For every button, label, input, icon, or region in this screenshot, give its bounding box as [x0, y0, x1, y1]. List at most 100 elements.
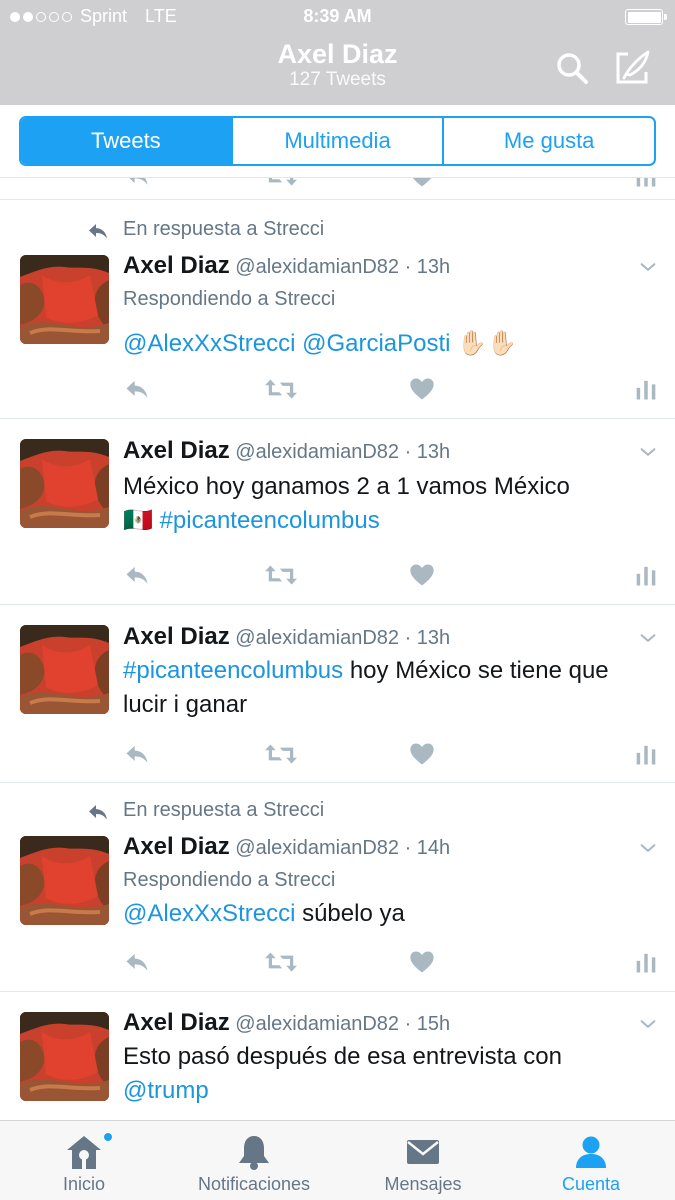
- author-name[interactable]: Axel Diaz: [123, 252, 230, 279]
- tab-inicio[interactable]: Inicio: [0, 1121, 168, 1200]
- tab-notificaciones[interactable]: Notificaciones: [170, 1121, 338, 1200]
- reply-context[interactable]: En respuesta a Strecci: [123, 798, 324, 822]
- tweet-line: México hoy ganamos 2 a 1 vamos México: [123, 473, 570, 500]
- author-name[interactable]: Axel Diaz: [123, 1009, 230, 1036]
- tweet-text: @AlexXxStrecci @GarciaPosti ✋🏻✋🏻: [123, 327, 653, 361]
- search-icon[interactable]: [552, 48, 592, 88]
- tweet-text: Esto pasó después de esa entrevista con …: [123, 1040, 653, 1108]
- like-icon[interactable]: [408, 561, 436, 589]
- hashtag-link[interactable]: #picanteencolumbus: [123, 657, 343, 684]
- tweet-header: Axel Diaz @alexidamianD82 · 13h: [123, 623, 450, 652]
- bottom-tab-bar: Inicio Notificaciones Mensajes Cuenta: [0, 1120, 675, 1200]
- clock: 8:39 AM: [303, 6, 372, 26]
- mention-link[interactable]: @AlexXxStrecci: [123, 900, 295, 927]
- like-icon[interactable]: [408, 740, 436, 768]
- tweet-time: · 13h: [404, 441, 451, 463]
- chevron-down-icon[interactable]: [637, 1013, 659, 1035]
- avatar[interactable]: [20, 836, 109, 925]
- retweet-icon[interactable]: [264, 561, 298, 589]
- reply-icon[interactable]: [123, 375, 151, 403]
- avatar[interactable]: [20, 439, 109, 528]
- like-icon[interactable]: [408, 948, 436, 976]
- mention-link[interactable]: @trump: [123, 1077, 209, 1104]
- tweet-header: Axel Diaz @alexidamianD82 · 15h: [123, 1009, 450, 1038]
- stats-icon[interactable]: [632, 561, 660, 589]
- reply-context[interactable]: En respuesta a Strecci: [123, 217, 324, 241]
- tweet-text: México hoy ganamos 2 a 1 vamos México 🇲🇽…: [123, 470, 653, 538]
- reply-context-icon: [86, 800, 110, 824]
- retweet-icon[interactable]: [264, 375, 298, 403]
- tweet-item[interactable]: En respuesta a Strecci Axel Diaz @alexid…: [0, 783, 675, 992]
- like-icon[interactable]: [408, 178, 436, 190]
- tweet-time: · 15h: [404, 1013, 451, 1035]
- profile-tabs: Tweets Multimedia Me gusta: [19, 116, 656, 166]
- tweet-actions: [0, 561, 675, 589]
- stats-icon[interactable]: [632, 178, 660, 190]
- tab-label: Cuenta: [561, 1174, 621, 1194]
- tweet-item[interactable]: Axel Diaz @alexidamianD82 · 13h #picante…: [0, 605, 675, 783]
- new-badge: [103, 1132, 113, 1142]
- author-handle: @alexidamianD82: [235, 441, 400, 463]
- reply-icon[interactable]: [123, 561, 151, 589]
- author-name[interactable]: Axel Diaz: [123, 437, 230, 464]
- tweet-item[interactable]: Axel Diaz @alexidamianD82 · 13h México h…: [0, 419, 675, 605]
- avatar[interactable]: [20, 255, 109, 344]
- reply-icon[interactable]: [123, 740, 151, 768]
- tweet-list[interactable]: En respuesta a Strecci Axel Diaz @alexid…: [0, 178, 675, 1120]
- tweet-actions: [0, 740, 675, 768]
- profile-tabs-area: Tweets Multimedia Me gusta: [0, 105, 675, 178]
- tweet-text: #picanteencolumbus hoy México se tiene q…: [123, 654, 653, 722]
- chevron-down-icon[interactable]: [637, 627, 659, 649]
- author-handle: @alexidamianD82: [235, 837, 400, 859]
- top-bar: Sprint LTE 8:39 AM Axel Diaz 127 Tweets: [0, 0, 675, 105]
- tweet-actions: [0, 948, 675, 976]
- author-name[interactable]: Axel Diaz: [123, 833, 230, 860]
- person-icon: [576, 1136, 606, 1168]
- tab-cuenta[interactable]: Cuenta: [507, 1121, 675, 1200]
- tweet-item[interactable]: En respuesta a Strecci Axel Diaz @alexid…: [0, 200, 675, 419]
- tab-label: Inicio: [62, 1174, 106, 1194]
- author-name[interactable]: Axel Diaz: [123, 623, 230, 650]
- tab-tweets[interactable]: Tweets: [21, 118, 231, 164]
- tab-label: Notificaciones: [197, 1174, 311, 1194]
- battery-icon: [625, 9, 667, 25]
- tweet-item[interactable]: Axel Diaz @alexidamianD82 · 15h Esto pas…: [0, 992, 675, 1120]
- retweet-icon[interactable]: [264, 948, 298, 976]
- tweet-actions: [0, 375, 675, 403]
- tweet-time: · 14h: [404, 837, 451, 859]
- tab-me-gusta[interactable]: Me gusta: [442, 118, 654, 164]
- flag-emoji: 🇲🇽: [123, 507, 153, 534]
- home-icon: [67, 1136, 101, 1169]
- chevron-down-icon[interactable]: [637, 837, 659, 859]
- tab-mensajes[interactable]: Mensajes: [339, 1121, 507, 1200]
- tweet-text-body: súbelo ya: [295, 900, 405, 927]
- author-handle: @alexidamianD82: [235, 627, 400, 649]
- tweet-time: · 13h: [404, 627, 451, 649]
- retweet-icon[interactable]: [264, 178, 298, 190]
- tab-multimedia[interactable]: Multimedia: [230, 118, 443, 164]
- replying-to[interactable]: Respondiendo a Strecci: [123, 286, 335, 312]
- hashtag-link[interactable]: #picanteencolumbus: [160, 507, 380, 534]
- like-icon[interactable]: [408, 375, 436, 403]
- mention-link[interactable]: @AlexXxStrecci: [123, 330, 295, 357]
- retweet-icon[interactable]: [264, 740, 298, 768]
- tweet-header: Axel Diaz @alexidamianD82 · 14h: [123, 833, 450, 862]
- tweet-header: Axel Diaz @alexidamianD82 · 13h: [123, 437, 450, 466]
- reply-context-icon: [86, 219, 110, 243]
- chevron-down-icon[interactable]: [637, 441, 659, 463]
- author-handle: @alexidamianD82: [235, 256, 400, 278]
- stats-icon[interactable]: [632, 948, 660, 976]
- reply-icon[interactable]: [123, 178, 151, 190]
- reply-icon[interactable]: [123, 948, 151, 976]
- stats-icon[interactable]: [632, 740, 660, 768]
- stats-icon[interactable]: [632, 375, 660, 403]
- compose-icon[interactable]: [612, 48, 652, 88]
- status-bar: Sprint LTE 8:39 AM: [0, 6, 675, 30]
- avatar[interactable]: [20, 1012, 109, 1101]
- mention-link[interactable]: @GarciaPosti: [302, 330, 450, 357]
- tab-label: Mensajes: [384, 1174, 462, 1194]
- replying-to[interactable]: Respondiendo a Strecci: [123, 867, 335, 893]
- tweet-header: Axel Diaz @alexidamianD82 · 13h: [123, 252, 450, 281]
- chevron-down-icon[interactable]: [637, 256, 659, 278]
- avatar[interactable]: [20, 625, 109, 714]
